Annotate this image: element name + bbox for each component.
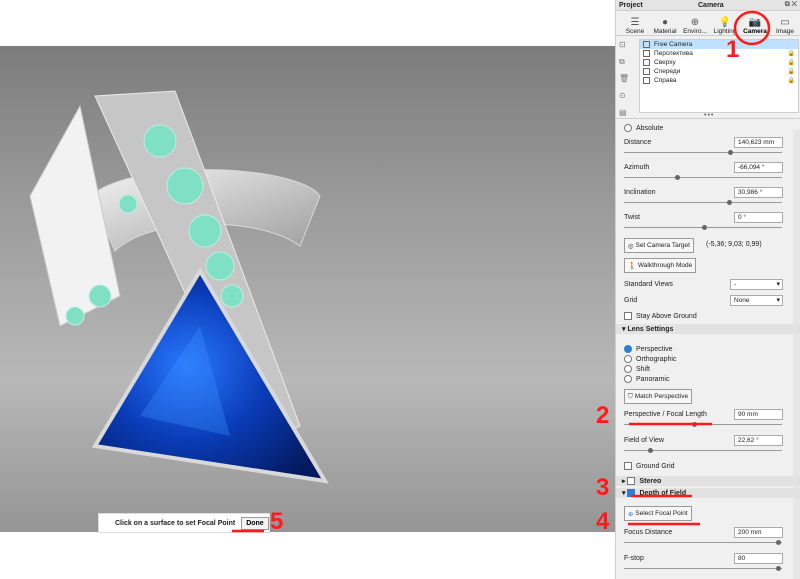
annotation-5: 5 [270, 508, 284, 535]
annotation-circle-camera-tab [733, 10, 771, 46]
annotation-2: 2 [596, 402, 610, 429]
annotation-1: 1 [726, 36, 740, 63]
annotation-3: 3 [596, 474, 610, 501]
annotation-overlay [232, 10, 771, 533]
annotation-4: 4 [596, 508, 610, 535]
